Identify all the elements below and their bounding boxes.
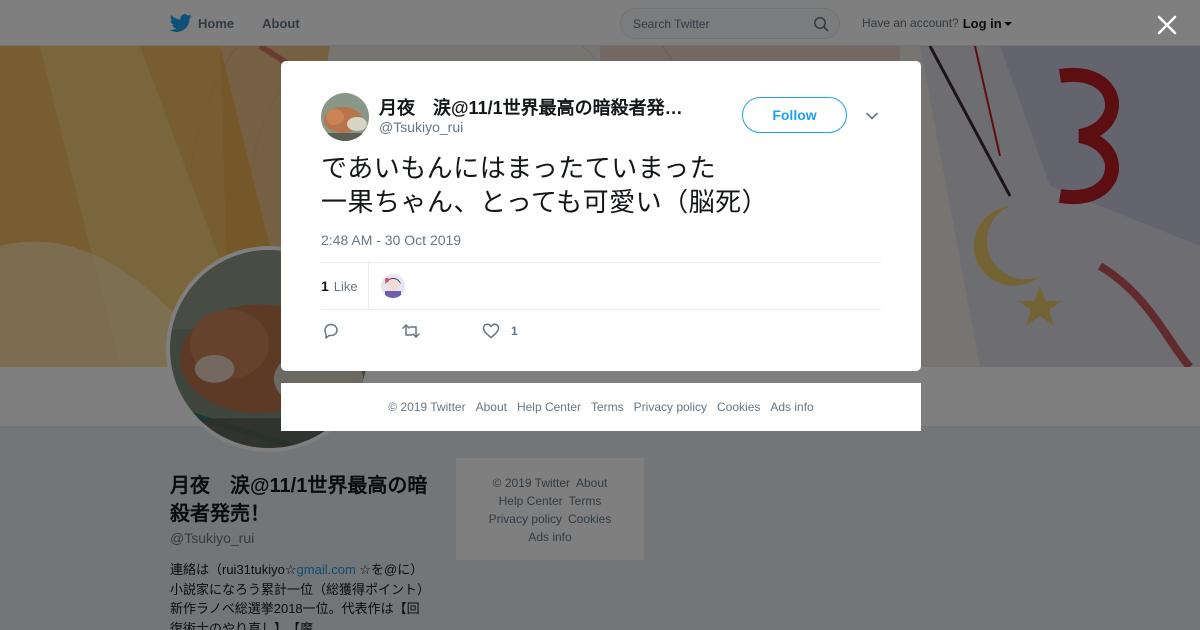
- modal-footer: © 2019 Twitter About Help Center Terms P…: [281, 383, 921, 431]
- fox-avatar: [321, 93, 369, 141]
- modal-footer-terms[interactable]: Terms: [591, 400, 624, 414]
- liker-avatar-image: [380, 274, 405, 298]
- modal-footer-copyright: © 2019 Twitter: [388, 400, 466, 414]
- chevron-down-icon[interactable]: [865, 109, 879, 123]
- likes-label: Like: [333, 278, 358, 294]
- tweet-actions: 1: [321, 319, 578, 343]
- close-icon[interactable]: [1152, 10, 1182, 40]
- modal-footer-privacy[interactable]: Privacy policy: [634, 400, 707, 414]
- tweet-modal: 月夜 涙@11/1世界最高の暗殺者発… @Tsukiyo_rui Follow …: [281, 61, 921, 371]
- modal-footer-cookies[interactable]: Cookies: [717, 400, 760, 414]
- likes-number: 1: [321, 278, 329, 294]
- retweet-action[interactable]: [401, 321, 421, 341]
- tweet-author-handle[interactable]: @Tsukiyo_rui: [379, 119, 463, 135]
- modal-footer-ads[interactable]: Ads info: [770, 400, 813, 414]
- likes-count[interactable]: 1 Like: [321, 263, 369, 309]
- tweet-author-name[interactable]: 月夜 涙@11/1世界最高の暗殺者発…: [379, 94, 699, 120]
- follow-button[interactable]: Follow: [742, 97, 847, 133]
- tweet-stats: 1 Like: [321, 262, 881, 310]
- liker-avatar[interactable]: [380, 274, 405, 298]
- tweet-text: であいもんにはまったていまった 一果ちゃん、とっても可愛い（脳死）: [321, 154, 769, 218]
- tweet-author-avatar[interactable]: [321, 93, 369, 141]
- tweet-timestamp[interactable]: 2:48 AM - 30 Oct 2019: [321, 232, 461, 248]
- modal-footer-help[interactable]: Help Center: [517, 400, 581, 414]
- like-action-count: 1: [511, 324, 518, 338]
- like-action[interactable]: 1: [481, 321, 518, 341]
- heart-icon[interactable]: [481, 321, 501, 341]
- reply-icon[interactable]: [321, 321, 341, 341]
- reply-action[interactable]: [321, 321, 341, 341]
- retweet-icon[interactable]: [401, 321, 421, 341]
- modal-footer-about[interactable]: About: [476, 400, 507, 414]
